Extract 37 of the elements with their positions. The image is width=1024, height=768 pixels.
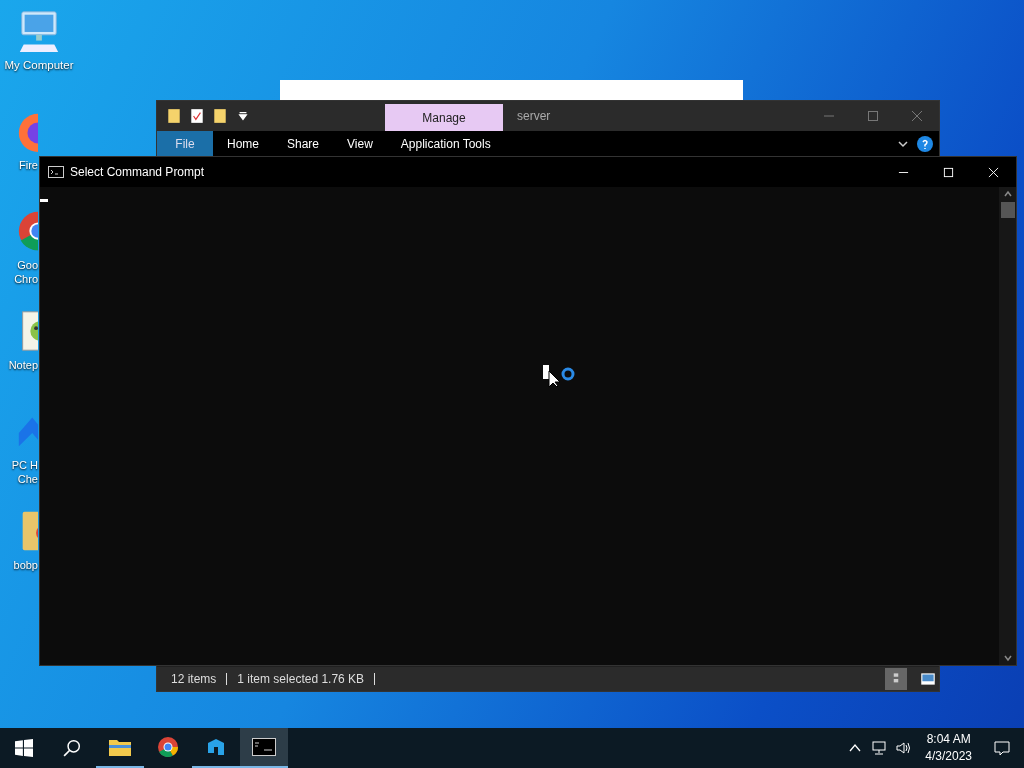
icon-label: Fire bbox=[19, 158, 38, 172]
context-tab[interactable]: Manage bbox=[385, 104, 503, 131]
icon-label: bobp bbox=[13, 558, 38, 572]
ribbon-tab[interactable]: Share bbox=[273, 131, 334, 157]
scroll-up-icon[interactable] bbox=[1002, 190, 1013, 198]
console-icon bbox=[252, 735, 276, 759]
status-text: 1 item selected 1.76 KB bbox=[237, 672, 365, 686]
busy-cursor-icon bbox=[543, 363, 577, 387]
scroll-thumb[interactable] bbox=[1000, 202, 1015, 218]
clock-time[interactable]: 8:04 AM bbox=[926, 731, 971, 748]
icon-label: Notep bbox=[8, 358, 38, 372]
network-icon[interactable] bbox=[871, 740, 888, 756]
text-cursor bbox=[40, 199, 48, 202]
ribbon-tab[interactable]: Application Tools bbox=[386, 131, 505, 157]
folder-icon[interactable] bbox=[213, 108, 227, 124]
browser-icon bbox=[156, 735, 180, 759]
scrollbar[interactable] bbox=[999, 187, 1016, 665]
icon-label: PC H Che bbox=[11, 458, 38, 486]
folder-icon[interactable] bbox=[167, 108, 181, 124]
window-title: server bbox=[517, 109, 551, 123]
status-text: 12 items bbox=[171, 672, 217, 686]
chevron-icon[interactable] bbox=[897, 138, 909, 150]
help-icon[interactable] bbox=[917, 136, 933, 152]
icon-label: My Computer bbox=[4, 58, 74, 72]
clock-date[interactable]: 4/3/2023 bbox=[925, 748, 972, 765]
details-view-icon[interactable] bbox=[885, 668, 907, 690]
volume-icon[interactable] bbox=[895, 740, 912, 756]
scroll-down-icon[interactable] bbox=[1002, 654, 1013, 662]
notification-icon[interactable] bbox=[994, 740, 1010, 756]
console-icon bbox=[48, 166, 64, 178]
ribbon-tab[interactable]: File bbox=[157, 131, 213, 157]
window-title: Select Command Prompt bbox=[70, 165, 205, 179]
ribbon-tab[interactable]: Home bbox=[213, 131, 273, 157]
taskbar-button[interactable] bbox=[240, 728, 288, 768]
icon-label: Goo Chro bbox=[14, 258, 38, 286]
checklist-icon[interactable] bbox=[190, 108, 204, 124]
ribbon-tab[interactable]: View bbox=[333, 131, 387, 157]
